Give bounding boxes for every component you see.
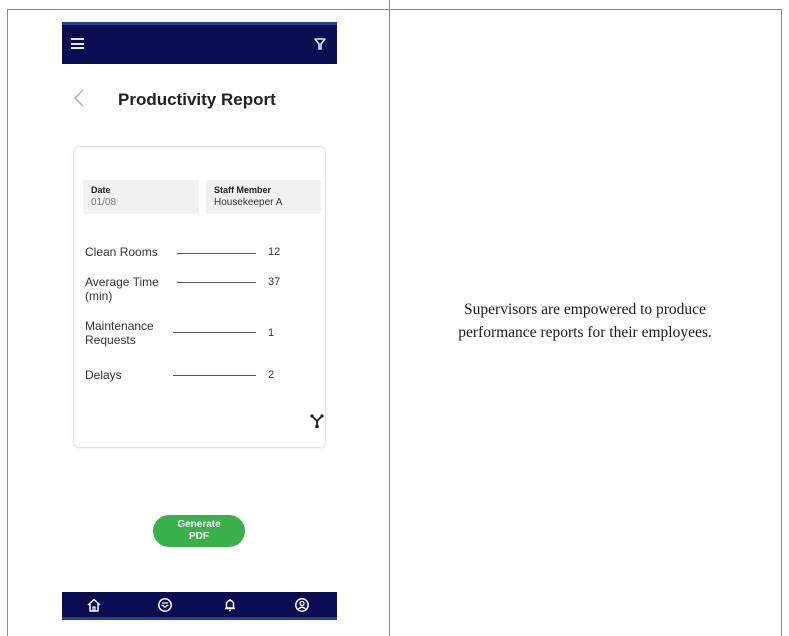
share-branch-icon[interactable] [309,413,325,429]
date-field[interactable]: Date 01/08 [83,180,199,214]
report-card: Date 01/08 Staff Member Housekeeper A Cl… [73,146,326,448]
stat-label-clean-rooms: Clean Rooms [85,245,158,259]
home-icon[interactable] [86,597,102,613]
caption-line-2: performance reports for their employees. [458,324,712,341]
bell-icon[interactable] [222,597,238,613]
filter-icon[interactable] [314,37,326,51]
stat-label-delays: Delays [85,368,122,382]
stat-label-maintenance-requests: Maintenance Requests [85,319,154,347]
caption-line-1: Supervisors are empowered to produce [464,301,706,318]
stat-leader-line [173,332,256,333]
top-app-bar [62,22,337,64]
staff-member-label: Staff Member [214,185,272,195]
table-border-right [781,9,782,636]
generate-pdf-button[interactable]: Generate PDF [153,515,245,547]
stat-label-average-time: Average Time (min) [85,275,159,303]
stat-value-delays: 2 [268,369,275,381]
date-value: 01/08 [91,197,117,208]
stat-leader-line [173,375,256,376]
staff-member-field[interactable]: Staff Member Housekeeper A [206,180,321,214]
back-chevron-icon[interactable] [73,88,85,108]
generate-pdf-label-line2: PDF [189,531,209,542]
stat-value-average-time: 37 [268,276,281,288]
table-border-top [7,9,782,10]
generate-pdf-label-line1: Generate [177,519,221,530]
staff-member-value: Housekeeper A [214,197,283,208]
stat-value-maintenance-requests: 1 [268,327,275,339]
profile-icon[interactable] [294,597,310,613]
stat-leader-line [177,282,256,283]
phone-screen: Productivity Report Date 01/08 Staff Mem… [62,22,337,620]
stat-value-clean-rooms: 12 [268,246,281,258]
bottom-nav-bar [62,592,337,620]
page-title: Productivity Report [118,90,276,109]
stat-leader-line [177,253,256,254]
feature-caption: Supervisors are empowered to produce per… [400,298,770,344]
date-label: Date [91,185,111,195]
table-border-left [7,9,8,636]
menu-icon[interactable] [71,38,84,49]
table-divider [389,0,390,636]
inbox-icon[interactable] [157,597,173,613]
